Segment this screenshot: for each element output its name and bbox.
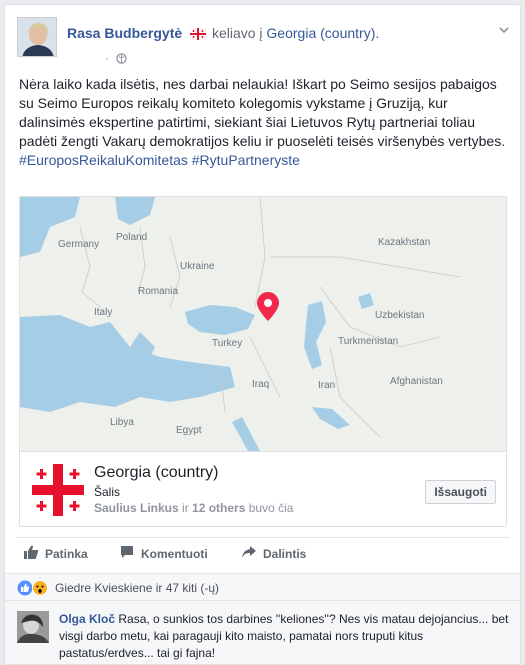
- map[interactable]: Germany Poland Ukraine Romania Kazakhsta…: [20, 197, 506, 451]
- map-label-iraq: Iraq: [252, 379, 269, 390]
- map-label-libya: Libya: [110, 417, 134, 428]
- map-label-turkmenistan: Turkmenistan: [338, 336, 398, 347]
- map-label-iran: Iran: [318, 380, 335, 391]
- map-label-poland: Poland: [116, 232, 147, 243]
- place-link[interactable]: Georgia (country).: [266, 25, 379, 41]
- map-label-germany: Germany: [58, 239, 99, 250]
- post-body: Nėra laiko kada ilsėtis, nes darbai nela…: [19, 76, 506, 149]
- visitor-suffix: buvo čia: [245, 501, 294, 515]
- like-label: Patinka: [45, 546, 88, 561]
- place-visitors: Saulius Linkus ir 12 others buvo čia: [94, 501, 293, 515]
- share-icon: [241, 544, 257, 563]
- comment-button[interactable]: Komentuoti: [119, 544, 208, 563]
- post-actions: Patinka Komentuoti Dalintis: [17, 537, 510, 567]
- map-label-afghanistan: Afghanistan: [390, 376, 443, 387]
- comment-body: Rasa, o sunkios tos darbines ''keliones'…: [59, 612, 509, 660]
- comment-author[interactable]: Olga Kloč: [59, 612, 115, 626]
- map-label-uzbekistan: Uzbekistan: [375, 310, 424, 321]
- commenter-avatar[interactable]: [17, 611, 49, 643]
- place-info: Georgia (country) Šalis Saulius Linkus i…: [20, 451, 506, 526]
- meta-dot: ·: [105, 51, 109, 65]
- place-map-card[interactable]: Germany Poland Ukraine Romania Kazakhsta…: [19, 196, 507, 527]
- map-label-italy: Italy: [94, 307, 112, 318]
- place-name[interactable]: Georgia (country): [94, 464, 219, 482]
- author-name[interactable]: Rasa Budbergytė: [67, 25, 182, 41]
- share-label: Dalintis: [263, 546, 307, 561]
- visitor-mid: ir: [178, 501, 193, 515]
- post-meta: ·: [105, 51, 128, 67]
- author-avatar[interactable]: [17, 17, 57, 57]
- post-hashtags[interactable]: #EuroposReikaluKomitetas #RytuPartneryst…: [19, 151, 509, 170]
- thumbs-up-icon: [23, 544, 39, 563]
- comment-section: Olga Kloč Rasa, o sunkios tos darbines '…: [5, 601, 520, 664]
- map-label-romania: Romania: [138, 286, 178, 297]
- map-label-ukraine: Ukraine: [180, 261, 215, 272]
- reactions-bar[interactable]: Giedre Kvieskiene ir 47 kiti (-ų): [5, 573, 520, 601]
- activity-verb: keliavo į: [211, 25, 263, 41]
- like-button[interactable]: Patinka: [23, 544, 88, 563]
- georgia-flag-icon: [189, 27, 207, 43]
- comment-icon: [119, 544, 135, 563]
- author-line: Rasa Budbergytė keliavo į Georgia (count…: [67, 25, 379, 43]
- save-button[interactable]: Išsaugoti: [425, 480, 496, 504]
- visitor-others[interactable]: 12 others: [192, 501, 245, 515]
- place-type: Šalis: [94, 485, 121, 499]
- map-label-kazakhstan: Kazakhstan: [378, 237, 430, 248]
- reaction-icons: [17, 580, 49, 596]
- post-header: Rasa Budbergytė keliavo į Georgia (count…: [17, 17, 512, 65]
- wow-reaction-icon: [32, 580, 48, 596]
- map-label-egypt: Egypt: [176, 425, 202, 436]
- like-reaction-icon: [17, 580, 33, 596]
- share-button[interactable]: Dalintis: [241, 544, 306, 563]
- georgia-flag-large-icon[interactable]: [32, 464, 84, 516]
- map-label-turkey: Turkey: [212, 338, 242, 349]
- reactions-text[interactable]: Giedre Kvieskiene ir 47 kiti (-ų): [55, 581, 219, 595]
- comment-text: Olga Kloč Rasa, o sunkios tos darbines '…: [59, 611, 509, 662]
- visitor-name[interactable]: Saulius Linkus: [94, 501, 179, 515]
- post-card: Rasa Budbergytė keliavo į Georgia (count…: [4, 4, 521, 665]
- post-text: Nėra laiko kada ilsėtis, nes darbai nela…: [19, 75, 509, 170]
- comment-label: Komentuoti: [141, 546, 208, 561]
- globe-icon[interactable]: [116, 53, 128, 67]
- chevron-down-icon[interactable]: [498, 23, 510, 35]
